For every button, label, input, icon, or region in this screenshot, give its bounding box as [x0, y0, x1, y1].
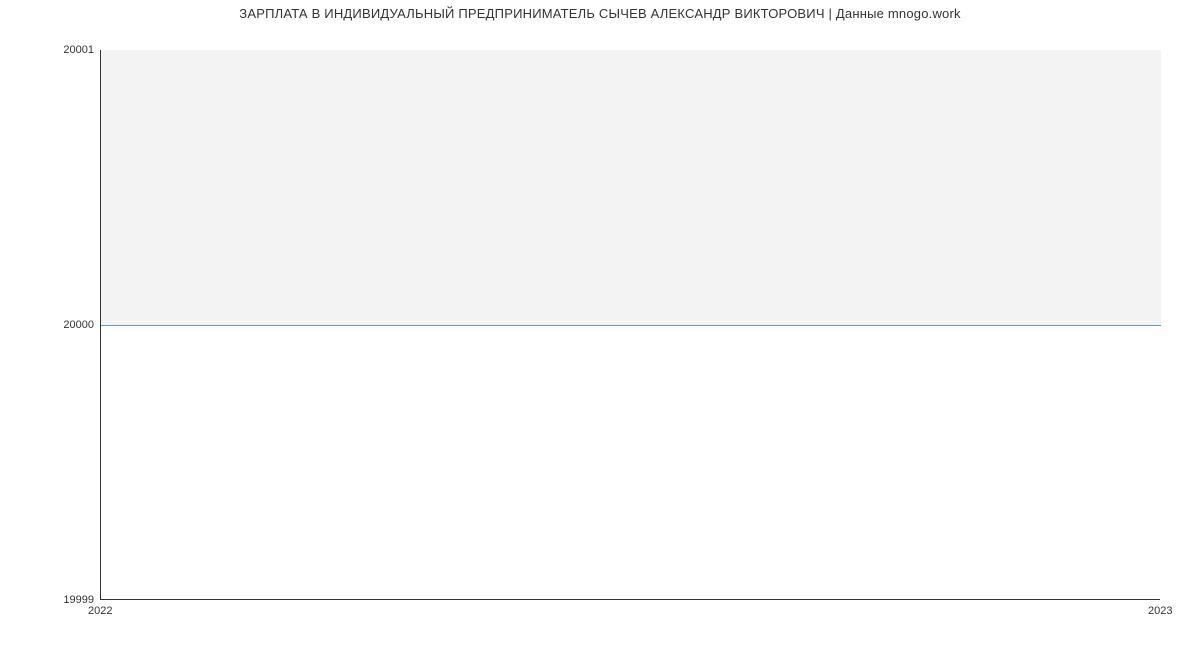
y-tick-19999: 19999 [4, 594, 94, 606]
plot-band-upper [101, 50, 1161, 325]
salary-line [101, 325, 1161, 326]
x-tick-2022: 2022 [88, 605, 112, 617]
y-tick-20000: 20000 [4, 319, 94, 331]
chart-title: ЗАРПЛАТА В ИНДИВИДУАЛЬНЫЙ ПРЕДПРИНИМАТЕЛ… [0, 6, 1200, 21]
plot-area [100, 50, 1160, 600]
plot-outer [100, 50, 1160, 600]
x-tick-2023: 2023 [1148, 605, 1172, 617]
salary-chart: ЗАРПЛАТА В ИНДИВИДУАЛЬНЫЙ ПРЕДПРИНИМАТЕЛ… [0, 0, 1200, 650]
y-tick-20001: 20001 [4, 44, 94, 56]
